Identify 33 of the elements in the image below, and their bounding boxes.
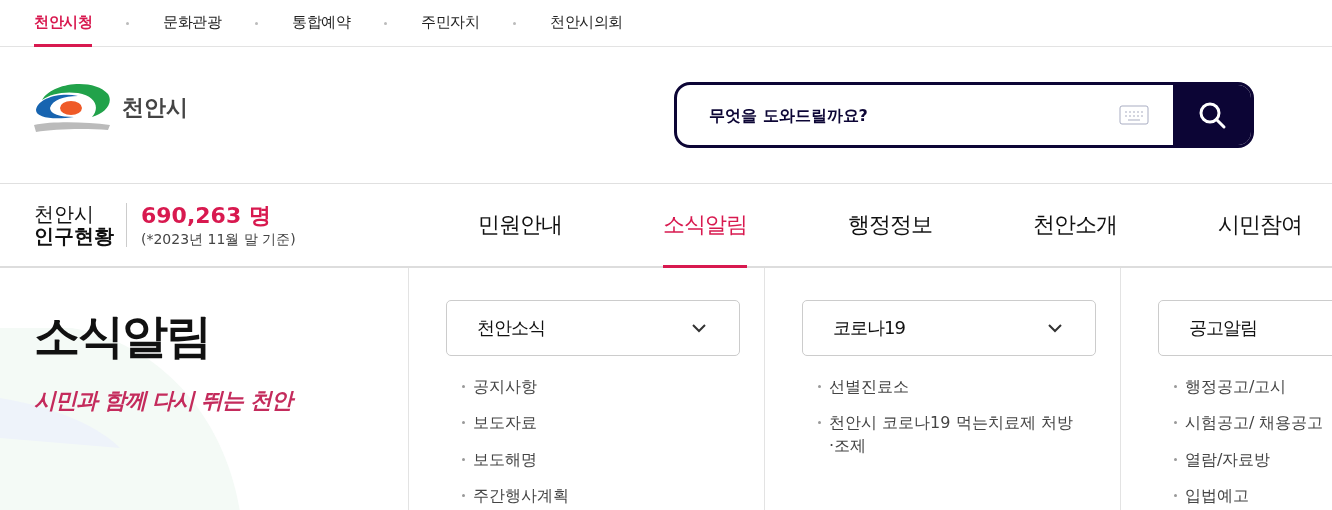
top-link[interactable]: 통합예약	[292, 0, 350, 47]
top-link[interactable]: 천안시청	[34, 0, 92, 47]
submenu-link[interactable]: 공지사항	[473, 376, 537, 399]
main-menu-item[interactable]: 행정정보	[848, 184, 932, 268]
search-button[interactable]	[1173, 85, 1251, 145]
submenu-link[interactable]: 보도해명	[473, 448, 537, 472]
category-dropdown[interactable]: 공고알림	[1158, 300, 1332, 356]
chevron-icon	[692, 323, 706, 333]
submenu-link[interactable]: 주간행사계획	[473, 485, 569, 508]
main-menu-item[interactable]: 천안소개	[1033, 184, 1117, 268]
main-menu-item[interactable]: 소식알림	[663, 184, 747, 268]
main-menu-item[interactable]: 민원안내	[478, 184, 562, 268]
top-link[interactable]: 문화관광	[163, 0, 221, 47]
submenu-link[interactable]: 시험공고/ 채용공고	[1185, 412, 1324, 435]
submenu-link[interactable]: 열람/자료방	[1185, 448, 1271, 472]
submenu-link[interactable]: 입법예고	[1185, 485, 1249, 508]
population-note: (*2023년 11월 말 기준)	[141, 231, 296, 249]
top-link[interactable]: 천안시의회	[550, 0, 623, 47]
main-menu-item[interactable]: 시민참여	[1218, 184, 1302, 268]
category-dropdown[interactable]: 천안소식	[446, 300, 740, 356]
search-icon	[1197, 100, 1227, 130]
submenu-link[interactable]: 행정공고/고시	[1185, 376, 1287, 399]
category-dropdown[interactable]: 코로나19	[802, 300, 1096, 356]
submenu-link[interactable]: 보도자료	[473, 412, 537, 435]
logo-text[interactable]: 천안시	[122, 93, 188, 123]
submenu-link[interactable]: 선별진료소	[829, 376, 909, 399]
chevron-icon	[1048, 323, 1062, 333]
population-label: 천안시	[34, 203, 95, 225]
submenu-link[interactable]: 천안시 코로나19 먹는치료제 처방 ·조제	[829, 412, 1076, 458]
top-link[interactable]: 주민자치	[421, 0, 479, 47]
section-title: 소식알림	[34, 308, 211, 365]
population-label: 인구현황	[34, 225, 114, 247]
population-count: 690,263 명	[141, 202, 272, 230]
